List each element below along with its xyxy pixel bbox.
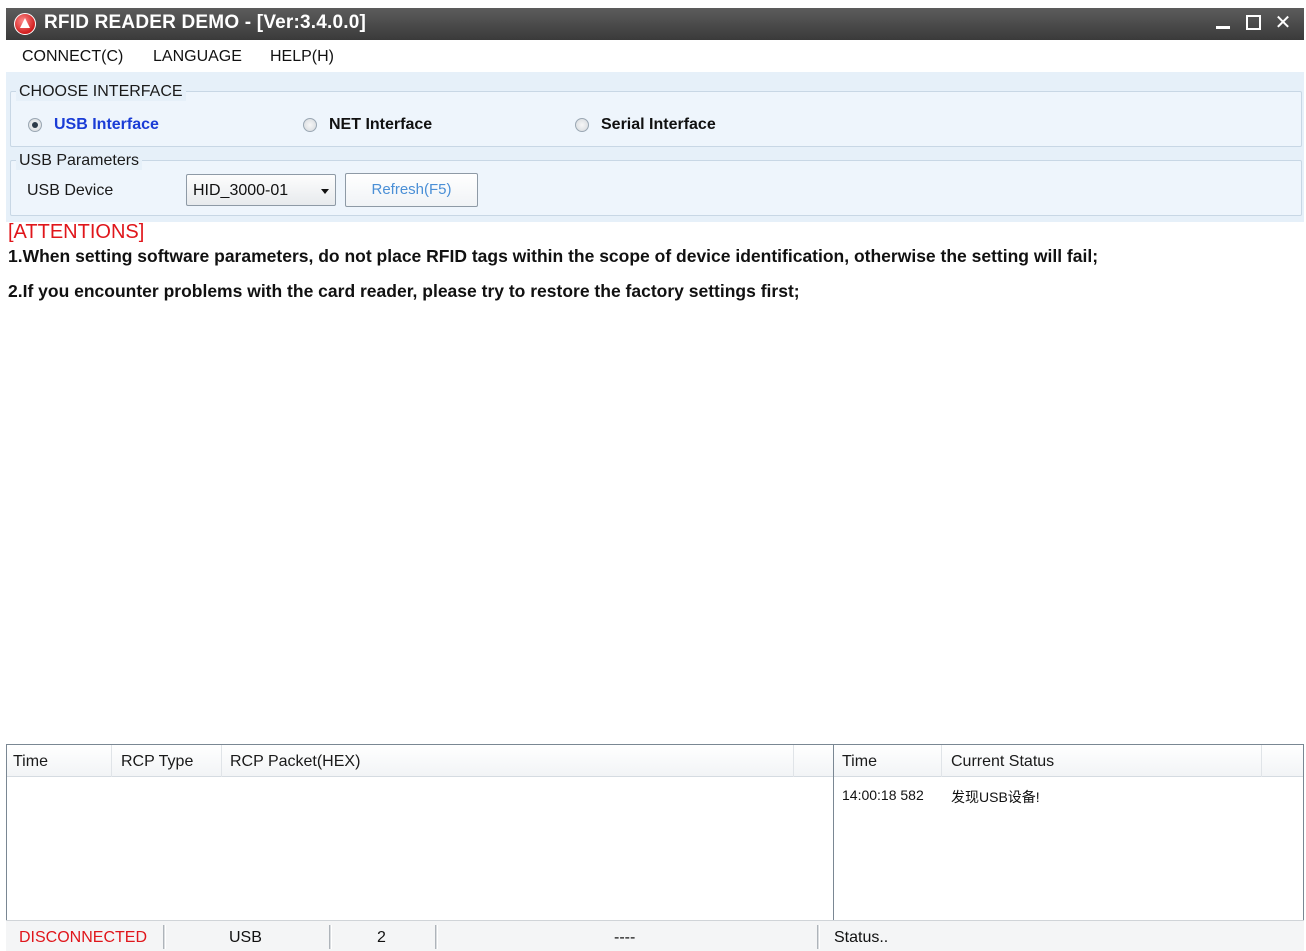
serial-interface-radio[interactable]: Serial Interface — [575, 116, 716, 134]
radio-unchecked-icon — [575, 118, 589, 132]
minimize-button[interactable] — [1208, 10, 1238, 36]
status-row-time: 14:00:18 582 — [842, 787, 924, 803]
col-time[interactable]: Time — [13, 753, 48, 771]
net-interface-label: NET Interface — [329, 116, 433, 133]
status-message: Status.. — [834, 929, 889, 946]
usb-interface-label: USB Interface — [54, 116, 159, 133]
col-current-status[interactable]: Current Status — [951, 753, 1054, 771]
usb-device-select[interactable]: HID_3000-01 — [186, 174, 336, 206]
packet-log-table[interactable]: Time RCP Type RCP Packet(HEX) — [6, 744, 834, 922]
choose-interface-label: CHOOSE INTERFACE — [16, 83, 186, 101]
menu-connect[interactable]: CONNECT(C) — [22, 48, 123, 66]
minimize-icon — [1216, 26, 1230, 29]
interface-status: USB — [229, 929, 262, 946]
chevron-down-icon — [321, 189, 329, 194]
radio-unchecked-icon — [303, 118, 317, 132]
menu-language[interactable]: LANGUAGE — [153, 48, 242, 66]
connection-status: DISCONNECTED — [19, 929, 148, 946]
count-status: 2 — [377, 929, 386, 946]
window-title: RFID READER DEMO - [Ver:3.4.0.0] — [44, 12, 367, 33]
attention-line-2: 2.If you encounter problems with the car… — [8, 281, 800, 301]
app-window: RFID READER DEMO - [Ver:3.4.0.0] ✕ CONNE… — [6, 8, 1304, 951]
info-status: ---- — [614, 929, 636, 946]
col-status-time[interactable]: Time — [842, 753, 877, 771]
col-rcp-packet[interactable]: RCP Packet(HEX) — [230, 753, 360, 771]
status-row-message: 发现USB设备! — [951, 789, 1040, 805]
usb-interface-radio[interactable]: USB Interface — [28, 116, 159, 134]
menu-help[interactable]: HELP(H) — [270, 48, 334, 66]
status-log-table[interactable]: Time Current Status 14:00:18 582 发现USB设备… — [833, 744, 1304, 922]
status-bar: DISCONNECTED USB 2 ---- Status.. — [6, 920, 1304, 951]
title-bar[interactable]: RFID READER DEMO - [Ver:3.4.0.0] ✕ — [6, 8, 1304, 40]
menu-bar: CONNECT(C) LANGUAGE HELP(H) — [6, 40, 1304, 72]
app-logo-icon — [14, 13, 36, 35]
net-interface-radio[interactable]: NET Interface — [303, 116, 432, 134]
col-rcp-type[interactable]: RCP Type — [121, 753, 193, 771]
refresh-button[interactable]: Refresh(F5) — [345, 173, 478, 207]
usb-parameters-label: USB Parameters — [16, 152, 143, 170]
usb-device-value: HID_3000-01 — [193, 182, 289, 199]
maximize-icon — [1245, 15, 1261, 30]
close-button[interactable]: ✕ — [1268, 10, 1298, 36]
maximize-button[interactable] — [1238, 10, 1268, 36]
radio-checked-icon — [28, 118, 42, 132]
close-icon: ✕ — [1274, 12, 1292, 34]
usb-device-label: USB Device — [27, 182, 114, 199]
serial-interface-label: Serial Interface — [601, 116, 716, 133]
attention-line-1: 1.When setting software parameters, do n… — [8, 246, 1099, 266]
attentions-title: [ATTENTIONS] — [8, 221, 145, 243]
status-log-header: Time Current Status — [834, 745, 1303, 777]
packet-log-header: Time RCP Type RCP Packet(HEX) — [7, 745, 833, 777]
